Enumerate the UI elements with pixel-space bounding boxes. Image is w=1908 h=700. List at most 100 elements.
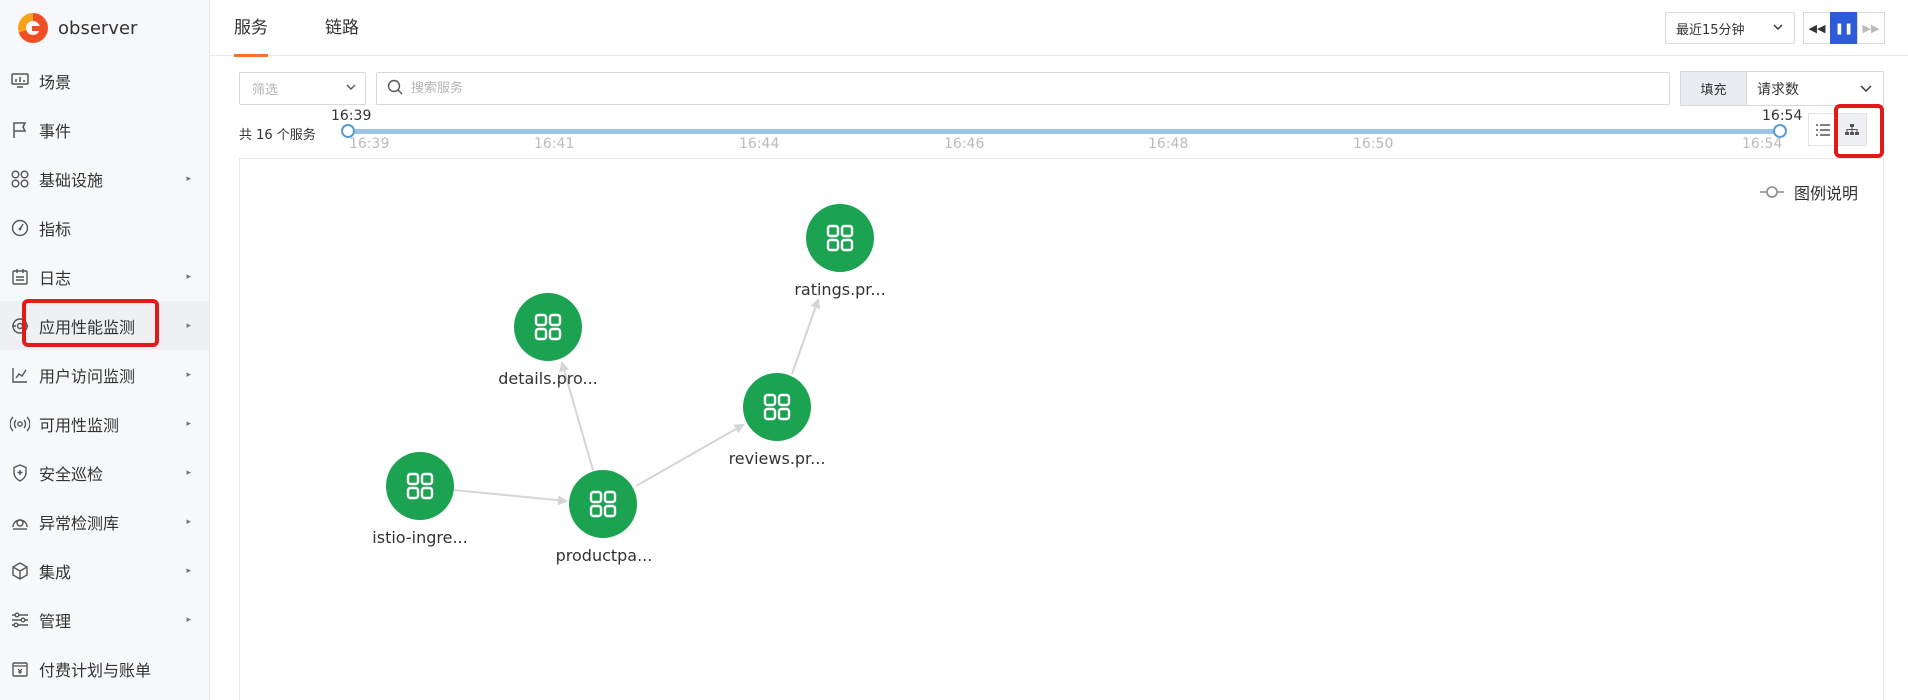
sidebar-item-label: 日志 <box>39 268 72 288</box>
chevron-right-icon: ▸ <box>186 369 191 380</box>
sidebar-item-management[interactable]: 管理 ▸ <box>0 595 209 644</box>
sidebar: observer 场景 事件 基础设施 ▸ 指标 日志 ▸ 应用性能监测 ▸ 用… <box>0 0 210 700</box>
timeline-tick: 16:41 <box>534 136 575 152</box>
timeline-tick: 16:50 <box>1353 136 1394 152</box>
service-node-label: istio-ingre... <box>372 528 468 547</box>
brand[interactable]: observer <box>0 0 209 56</box>
timeline-tick: 16:46 <box>944 136 985 152</box>
chevron-down-icon <box>345 81 357 97</box>
service-node-reviews[interactable] <box>743 373 811 441</box>
sidebar-item-availability[interactable]: 可用性监测 ▸ <box>0 399 209 448</box>
service-node-label: productpa... <box>555 546 653 565</box>
legend-label: 图例说明 <box>1794 184 1859 203</box>
service-node-label: ratings.pr... <box>794 280 886 299</box>
view-toggle <box>1808 113 1867 146</box>
sidebar-item-label: 可用性监测 <box>39 415 120 435</box>
monitor-icon <box>10 71 30 91</box>
sidebar-item-anomaly[interactable]: 异常检测库 ▸ <box>0 497 209 546</box>
service-count: 共 16 个服务 <box>239 128 316 143</box>
apm-icon <box>10 316 30 336</box>
sidebar-item-metrics[interactable]: 指标 <box>0 203 209 252</box>
rewind-button[interactable]: ◀◀ <box>1803 12 1831 44</box>
sidebar-item-scene[interactable]: 场景 <box>0 56 209 105</box>
app-grid-icon <box>826 224 854 252</box>
sidebar-item-label: 基础设施 <box>39 170 104 190</box>
chevron-down-icon <box>1859 81 1873 99</box>
sidebar-item-label: 事件 <box>39 121 72 141</box>
sidebar-item-rum[interactable]: 用户访问监测 ▸ <box>0 350 209 399</box>
app-grid-icon <box>763 393 791 421</box>
sidebar-item-integration[interactable]: 集成 ▸ <box>0 546 209 595</box>
legend-icon <box>1760 186 1784 198</box>
chevron-right-icon: ▸ <box>186 320 191 331</box>
timeline-tick: 16:54 <box>1742 136 1783 152</box>
list-view-button[interactable] <box>1808 113 1838 146</box>
service-search <box>376 72 1670 105</box>
filter-select[interactable]: 筛选 <box>239 72 366 105</box>
sidebar-item-label: 付费计划与账单 <box>39 660 152 680</box>
service-node-label: reviews.pr... <box>728 449 826 468</box>
calendar-icon <box>10 267 30 287</box>
sidebar-item-logs[interactable]: 日志 ▸ <box>0 252 209 301</box>
chart-icon <box>10 365 30 385</box>
chevron-right-icon: ▸ <box>186 173 191 184</box>
chevron-right-icon: ▸ <box>186 271 191 282</box>
observer-logo-icon <box>18 13 48 43</box>
list-icon <box>1816 123 1830 136</box>
sidebar-item-label: 安全巡检 <box>39 464 104 484</box>
metric-select[interactable]: 请求数 <box>1746 71 1884 106</box>
sidebar-item-security[interactable]: 安全巡检 ▸ <box>0 448 209 497</box>
topology-view-button[interactable] <box>1837 113 1867 146</box>
timeline-tick: 16:44 <box>739 136 780 152</box>
gauge-icon <box>10 218 30 238</box>
sidebar-item-label: 场景 <box>39 72 72 92</box>
service-node-istio[interactable] <box>386 452 454 520</box>
sidebar-item-events[interactable]: 事件 <box>0 105 209 154</box>
sidebar-item-infrastructure[interactable]: 基础设施 ▸ <box>0 154 209 203</box>
app-grid-icon <box>534 313 562 341</box>
sidebar-menu: 场景 事件 基础设施 ▸ 指标 日志 ▸ 应用性能监测 ▸ 用户访问监测 ▸ 可… <box>0 56 209 693</box>
sidebar-item-billing[interactable]: 付费计划与账单 <box>0 644 209 693</box>
forward-button[interactable]: ▶▶ <box>1857 12 1885 44</box>
cube-icon <box>10 561 30 581</box>
grid-icon <box>10 169 30 189</box>
sidebar-item-apm[interactable]: 应用性能监测 ▸ <box>0 301 209 350</box>
sidebar-item-label: 异常检测库 <box>39 513 120 533</box>
filter-select-placeholder: 筛选 <box>252 83 279 98</box>
legend-toggle[interactable]: 图例说明 <box>1760 180 1858 204</box>
tab-services[interactable]: 服务 <box>234 0 268 57</box>
chevron-right-icon: ▸ <box>186 418 191 429</box>
time-range-value: 最近15分钟 <box>1676 22 1745 38</box>
radar-icon <box>10 512 30 532</box>
fill-button[interactable]: 填充 <box>1680 71 1747 106</box>
brand-name: observer <box>58 17 138 39</box>
metric-value: 请求数 <box>1757 81 1799 98</box>
service-node-ratings[interactable] <box>806 204 874 272</box>
time-range-select[interactable]: 最近15分钟 <box>1665 12 1795 44</box>
sidebar-item-label: 集成 <box>39 562 72 582</box>
search-input[interactable] <box>411 81 1311 96</box>
tab-traces[interactable]: 链路 <box>325 0 359 56</box>
chevron-down-icon <box>1772 21 1784 37</box>
sidebar-item-label: 用户访问监测 <box>39 366 136 386</box>
sidebar-item-label: 应用性能监测 <box>39 317 136 337</box>
timeline-tick: 16:48 <box>1148 136 1189 152</box>
app-grid-icon <box>406 472 434 500</box>
chevron-right-icon: ▸ <box>186 614 191 625</box>
service-node-productpage[interactable] <box>569 470 637 538</box>
app-grid-icon <box>589 490 617 518</box>
timeline-end-label: 16:54 <box>1762 108 1803 124</box>
shield-icon <box>10 463 30 483</box>
chevron-right-icon: ▸ <box>186 467 191 478</box>
sliders-icon <box>10 610 30 630</box>
playback-controls: ◀◀ ❚❚ ▶▶ <box>1803 12 1885 44</box>
flag-icon <box>10 120 30 140</box>
timeline-start-label: 16:39 <box>331 108 372 124</box>
service-node-details[interactable] <box>514 293 582 361</box>
pause-button[interactable]: ❚❚ <box>1830 12 1858 44</box>
signal-icon <box>10 414 30 434</box>
service-map-canvas[interactable] <box>239 158 1884 700</box>
timeline-tick: 16:39 <box>349 136 390 152</box>
timeline-slider-track[interactable] <box>348 129 1780 134</box>
top-bar: 服务 链路 <box>210 0 1908 57</box>
